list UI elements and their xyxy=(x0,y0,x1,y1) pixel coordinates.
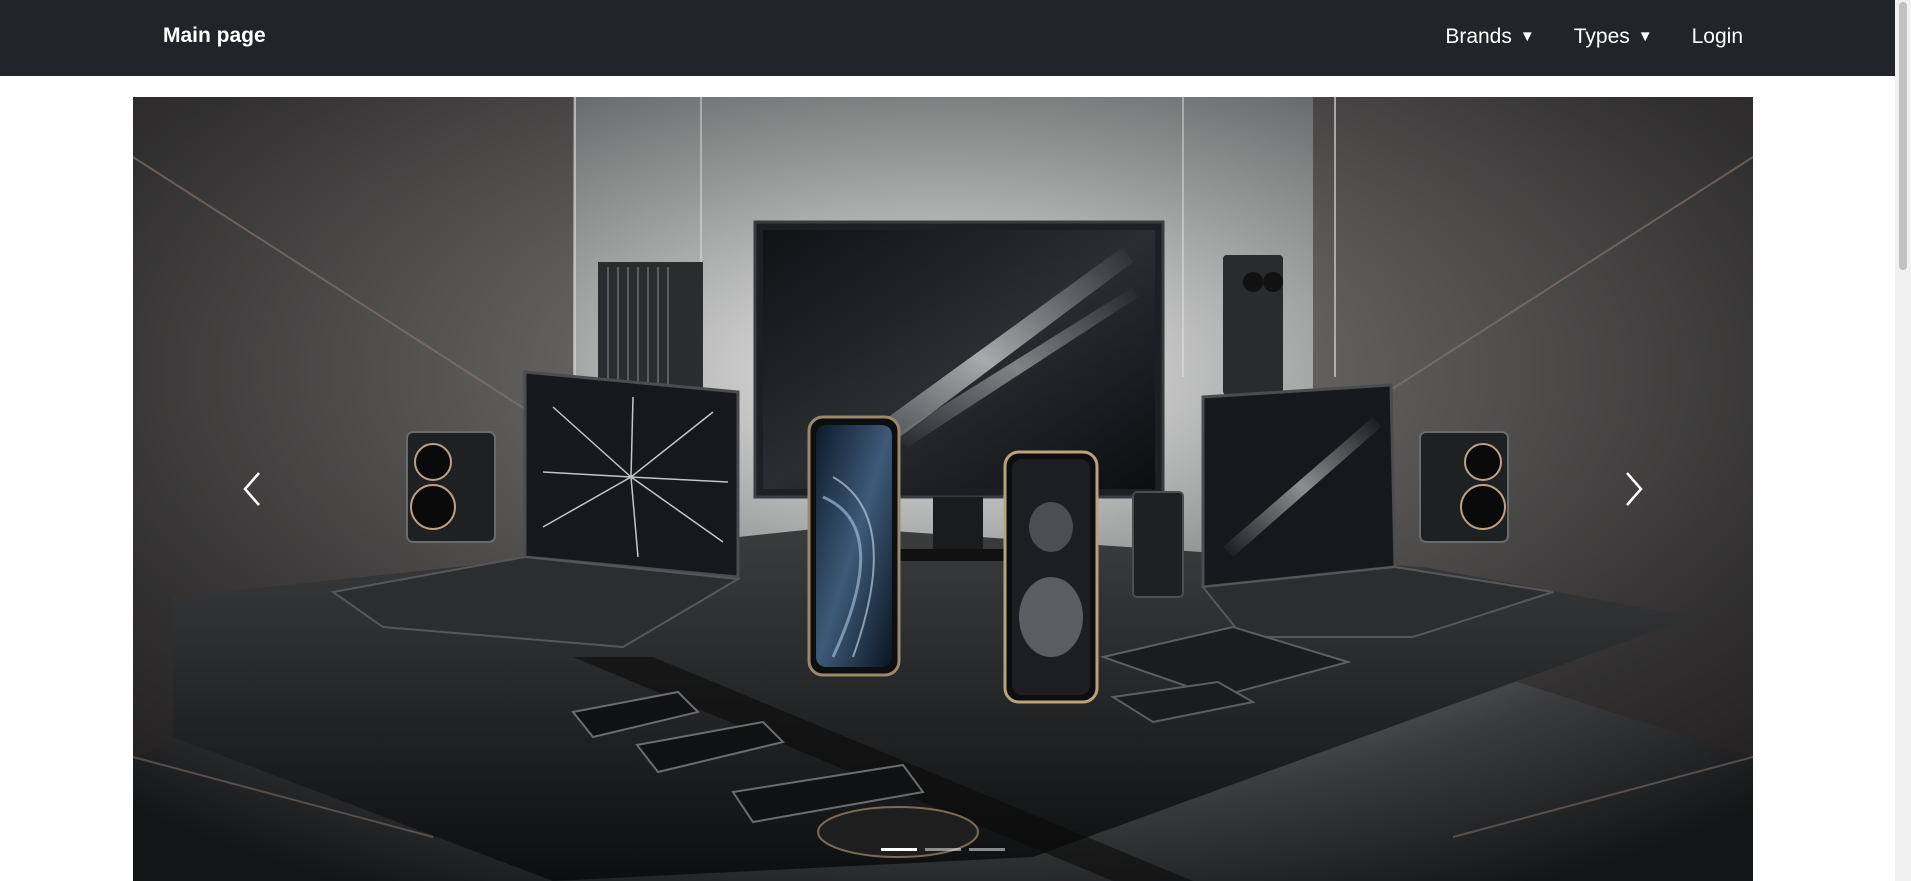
carousel-indicator-1[interactable] xyxy=(881,848,917,851)
carousel-indicator-3[interactable] xyxy=(969,848,1005,851)
caret-down-icon: ▼ xyxy=(1519,27,1535,45)
chevron-left-icon xyxy=(243,472,260,506)
carousel-prev-button[interactable] xyxy=(133,97,373,881)
main-page-link[interactable]: Main page xyxy=(163,24,266,48)
caret-down-icon: ▼ xyxy=(1637,27,1653,45)
carousel-indicators xyxy=(133,848,1753,851)
login-link[interactable]: Login xyxy=(1692,25,1743,49)
brands-label: Brands xyxy=(1445,25,1512,48)
top-navbar: Main page Brands ▼ Types ▼ Login xyxy=(0,0,1895,76)
brands-dropdown[interactable]: Brands ▼ xyxy=(1445,25,1534,49)
carousel-next-button[interactable] xyxy=(1513,97,1753,881)
hero-devices-image xyxy=(133,97,1753,881)
types-label: Types xyxy=(1573,25,1630,48)
carousel-indicator-2[interactable] xyxy=(925,848,961,851)
page-scrollbar[interactable] xyxy=(1895,0,1911,881)
scrollbar-thumb[interactable] xyxy=(1899,2,1907,270)
nav-right-group: Brands ▼ Types ▼ Login xyxy=(1445,22,1743,52)
hero-carousel xyxy=(133,97,1753,881)
page: Main page Brands ▼ Types ▼ Login xyxy=(0,0,1911,881)
chevron-right-icon xyxy=(1626,472,1643,506)
types-dropdown[interactable]: Types ▼ xyxy=(1574,25,1653,49)
